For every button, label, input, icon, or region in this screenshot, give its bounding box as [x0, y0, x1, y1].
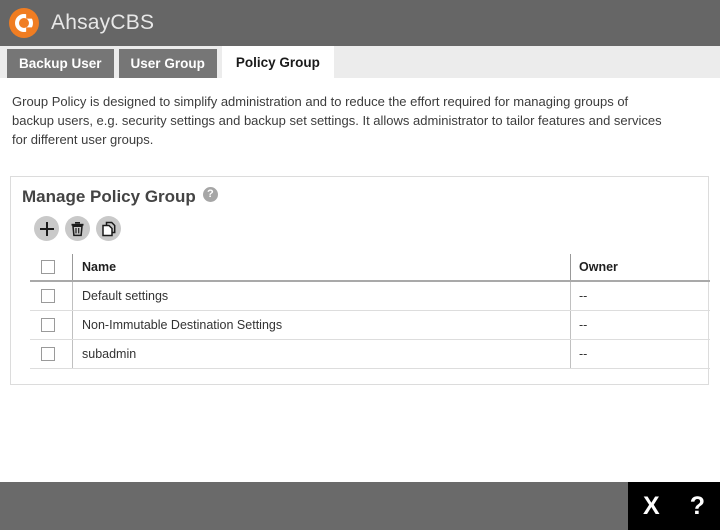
table-body: Default settings -- Non-Immutable Destin…: [30, 281, 710, 369]
manage-policy-group-panel: Manage Policy Group ?: [10, 176, 709, 385]
row-select-cell: [30, 340, 73, 369]
select-all-checkbox[interactable]: [41, 260, 55, 274]
row-owner: --: [571, 311, 711, 340]
table-header: Name Owner: [30, 254, 710, 281]
tab-user-group[interactable]: User Group: [119, 49, 217, 78]
row-select-cell: [30, 281, 73, 311]
row-checkbox[interactable]: [41, 347, 55, 361]
app-header: AhsayCBS: [0, 0, 720, 46]
policy-group-table: Name Owner Default settings -- Non-Immut…: [30, 254, 710, 369]
row-name[interactable]: subadmin: [73, 340, 571, 369]
footer-bar: [0, 482, 720, 530]
row-checkbox[interactable]: [41, 318, 55, 332]
tab-backup-user[interactable]: Backup User: [7, 49, 114, 78]
row-name[interactable]: Default settings: [73, 281, 571, 311]
tab-bar: Backup User User Group Policy Group: [0, 46, 720, 78]
row-name[interactable]: Non-Immutable Destination Settings: [73, 311, 571, 340]
row-owner: --: [571, 281, 711, 311]
row-checkbox[interactable]: [41, 289, 55, 303]
page-description: Group Policy is designed to simplify adm…: [0, 78, 688, 149]
copy-policy-group-button[interactable]: [96, 216, 121, 241]
trash-icon: [70, 221, 85, 237]
table-row[interactable]: Non-Immutable Destination Settings --: [30, 311, 710, 340]
select-all-header: [30, 254, 73, 281]
add-policy-group-button[interactable]: [34, 216, 59, 241]
help-button[interactable]: ?: [690, 494, 705, 519]
tab-policy-group[interactable]: Policy Group: [222, 46, 334, 78]
panel-header: Manage Policy Group ?: [11, 177, 708, 207]
panel-toolbar: [11, 207, 708, 241]
ahsay-logo-icon: [9, 8, 39, 38]
column-header-owner[interactable]: Owner: [571, 254, 711, 281]
row-select-cell: [30, 311, 73, 340]
table-row[interactable]: subadmin --: [30, 340, 710, 369]
plus-icon: [39, 221, 55, 237]
table-row[interactable]: Default settings --: [30, 281, 710, 311]
panel-title: Manage Policy Group: [22, 187, 196, 207]
footer-actions: X ?: [628, 482, 720, 530]
table-header-row: Name Owner: [30, 254, 710, 281]
app-title: AhsayCBS: [51, 11, 154, 35]
help-icon[interactable]: ?: [203, 187, 218, 202]
row-owner: --: [571, 340, 711, 369]
close-button[interactable]: X: [643, 494, 660, 519]
delete-policy-group-button[interactable]: [65, 216, 90, 241]
copy-icon: [101, 221, 117, 237]
column-header-name[interactable]: Name: [73, 254, 571, 281]
